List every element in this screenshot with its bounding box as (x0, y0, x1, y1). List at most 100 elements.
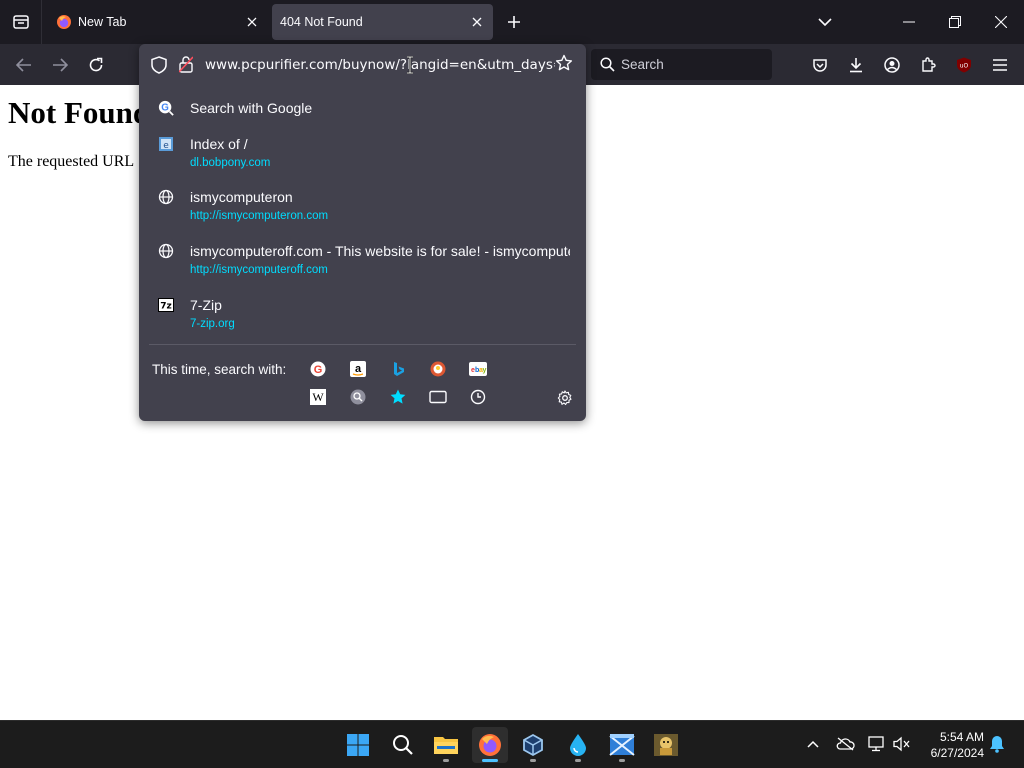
bookmarks-star-icon[interactable] (389, 388, 407, 406)
list-all-tabs-button[interactable] (812, 10, 838, 34)
volume-tray-button[interactable] (891, 733, 913, 755)
downloads-button[interactable] (842, 51, 870, 79)
search-settings-gear-icon[interactable] (555, 388, 575, 408)
search-engine-icon[interactable] (349, 388, 367, 406)
suggestion-title: Index of / (190, 136, 248, 152)
clock-time: 5:54 AM (939, 730, 984, 744)
onedrive-tray-button[interactable] (834, 733, 856, 755)
firefox-icon (56, 14, 72, 30)
pocket-button[interactable] (806, 51, 834, 79)
search-icon (600, 57, 615, 72)
game-app-button[interactable] (648, 727, 684, 763)
water-drop-app-button[interactable] (560, 727, 596, 763)
suggestion-search-with-google[interactable]: G Search with Google (139, 100, 586, 130)
volume-muted-icon (893, 736, 910, 752)
url-input[interactable] (205, 55, 555, 75)
firefox-icon (479, 734, 501, 756)
tab-close-button[interactable] (465, 10, 489, 34)
globe-icon (158, 189, 174, 205)
restore-button[interactable] (932, 0, 978, 44)
file-explorer-button[interactable] (428, 727, 464, 763)
suggestion-7-zip[interactable]: 7z 7-Zip 7-zip.org (139, 297, 586, 341)
running-indicator (443, 759, 449, 762)
suggestion-index-of[interactable]: e Index of / dl.bobpony.com (139, 136, 586, 180)
forward-button[interactable] (45, 50, 75, 80)
document-favicon-icon: e (158, 136, 174, 152)
urlbar-dropdown-panel: G Search with Google e Index of / dl.bob… (139, 44, 586, 421)
new-tab-button[interactable] (502, 10, 526, 34)
running-indicator (482, 759, 498, 762)
download-icon (850, 58, 862, 73)
arrow-right-icon (53, 58, 68, 72)
account-button[interactable] (878, 51, 906, 79)
hamburger-menu-icon (993, 59, 1007, 71)
bookmark-star-icon[interactable] (555, 54, 573, 77)
firefox-view-button[interactable] (0, 0, 42, 44)
clock-date: 6/27/2024 (930, 746, 984, 760)
7zip-icon: 7z (158, 297, 174, 313)
suggestion-title: Search with Google (190, 100, 313, 116)
wikipedia-engine-icon[interactable]: W (309, 388, 327, 406)
close-icon (995, 16, 1007, 28)
suggestion-url: http://ismycomputeron.com (190, 210, 329, 222)
google-search-icon: G (158, 100, 174, 116)
cloud-offline-icon (836, 737, 855, 751)
tab-strip: New Tab 404 Not Found (0, 0, 1024, 44)
google-engine-icon[interactable]: G (309, 360, 327, 378)
page-heading: Not Found (8, 95, 151, 130)
running-indicator (530, 759, 536, 762)
svg-text:y: y (483, 367, 487, 374)
pocket-icon (813, 59, 827, 72)
extensions-button[interactable] (914, 51, 942, 79)
app-menu-button[interactable] (986, 51, 1014, 79)
history-clock-icon[interactable] (469, 388, 487, 406)
minimize-icon (903, 21, 915, 23)
virtualbox-cube-icon (523, 733, 543, 757)
svg-text:7z: 7z (160, 302, 172, 312)
ebay-engine-icon[interactable]: ebay (469, 360, 487, 378)
virtualbox-button[interactable] (515, 727, 551, 763)
firefox-taskbar-button[interactable] (472, 727, 508, 763)
amazon-engine-icon[interactable]: a (349, 360, 367, 378)
close-icon (247, 17, 257, 27)
start-button[interactable] (340, 727, 376, 763)
ublock-shield-icon: uO (957, 57, 971, 73)
running-indicator (619, 759, 625, 762)
plus-icon (508, 16, 520, 28)
tabs-icon[interactable] (429, 388, 447, 406)
reload-button[interactable] (81, 50, 111, 80)
notifications-button[interactable] (986, 733, 1008, 755)
insecure-lock-icon[interactable] (178, 55, 194, 78)
chevron-down-icon (818, 18, 832, 27)
ublock-origin-button[interactable]: uO (950, 51, 978, 79)
suggestion-ismycomputeroff[interactable]: ismycomputeroff.com - This website is fo… (139, 243, 586, 287)
show-hidden-icons-button[interactable] (802, 733, 824, 755)
bell-icon (990, 736, 1004, 753)
taskbar-clock[interactable]: 5:54 AM 6/27/2024 (916, 729, 984, 761)
close-icon (472, 17, 482, 27)
snipping-app-button[interactable] (604, 727, 640, 763)
search-bar[interactable] (591, 49, 772, 80)
duckduckgo-engine-icon[interactable] (429, 360, 447, 378)
suggestion-url: 7-zip.org (190, 318, 235, 330)
tab-close-button[interactable] (240, 10, 264, 34)
svg-text:uO: uO (960, 63, 969, 70)
tab-404-not-found[interactable]: 404 Not Found (272, 4, 493, 40)
text-cursor-icon (406, 55, 414, 75)
search-input[interactable] (621, 57, 761, 72)
suggestion-title: ismycomputeron (190, 189, 293, 205)
back-button[interactable] (9, 50, 39, 80)
close-window-button[interactable] (978, 0, 1024, 44)
suggestion-ismycomputeron[interactable]: ismycomputeron http://ismycomputeron.com (139, 189, 586, 233)
tracking-protection-shield-icon[interactable] (151, 56, 167, 79)
urlbar[interactable] (139, 44, 586, 86)
taskbar-search-button[interactable] (385, 727, 421, 763)
tab-new-tab[interactable]: New Tab (46, 4, 268, 40)
bing-engine-icon[interactable] (389, 360, 407, 378)
restore-icon (949, 16, 961, 28)
windows-taskbar: 5:54 AM 6/27/2024 (0, 720, 1024, 768)
tab-title: New Tab (78, 15, 127, 29)
minimize-button[interactable] (886, 0, 932, 44)
network-tray-button[interactable] (866, 733, 888, 755)
page-body-text: The requested URL (8, 153, 135, 170)
